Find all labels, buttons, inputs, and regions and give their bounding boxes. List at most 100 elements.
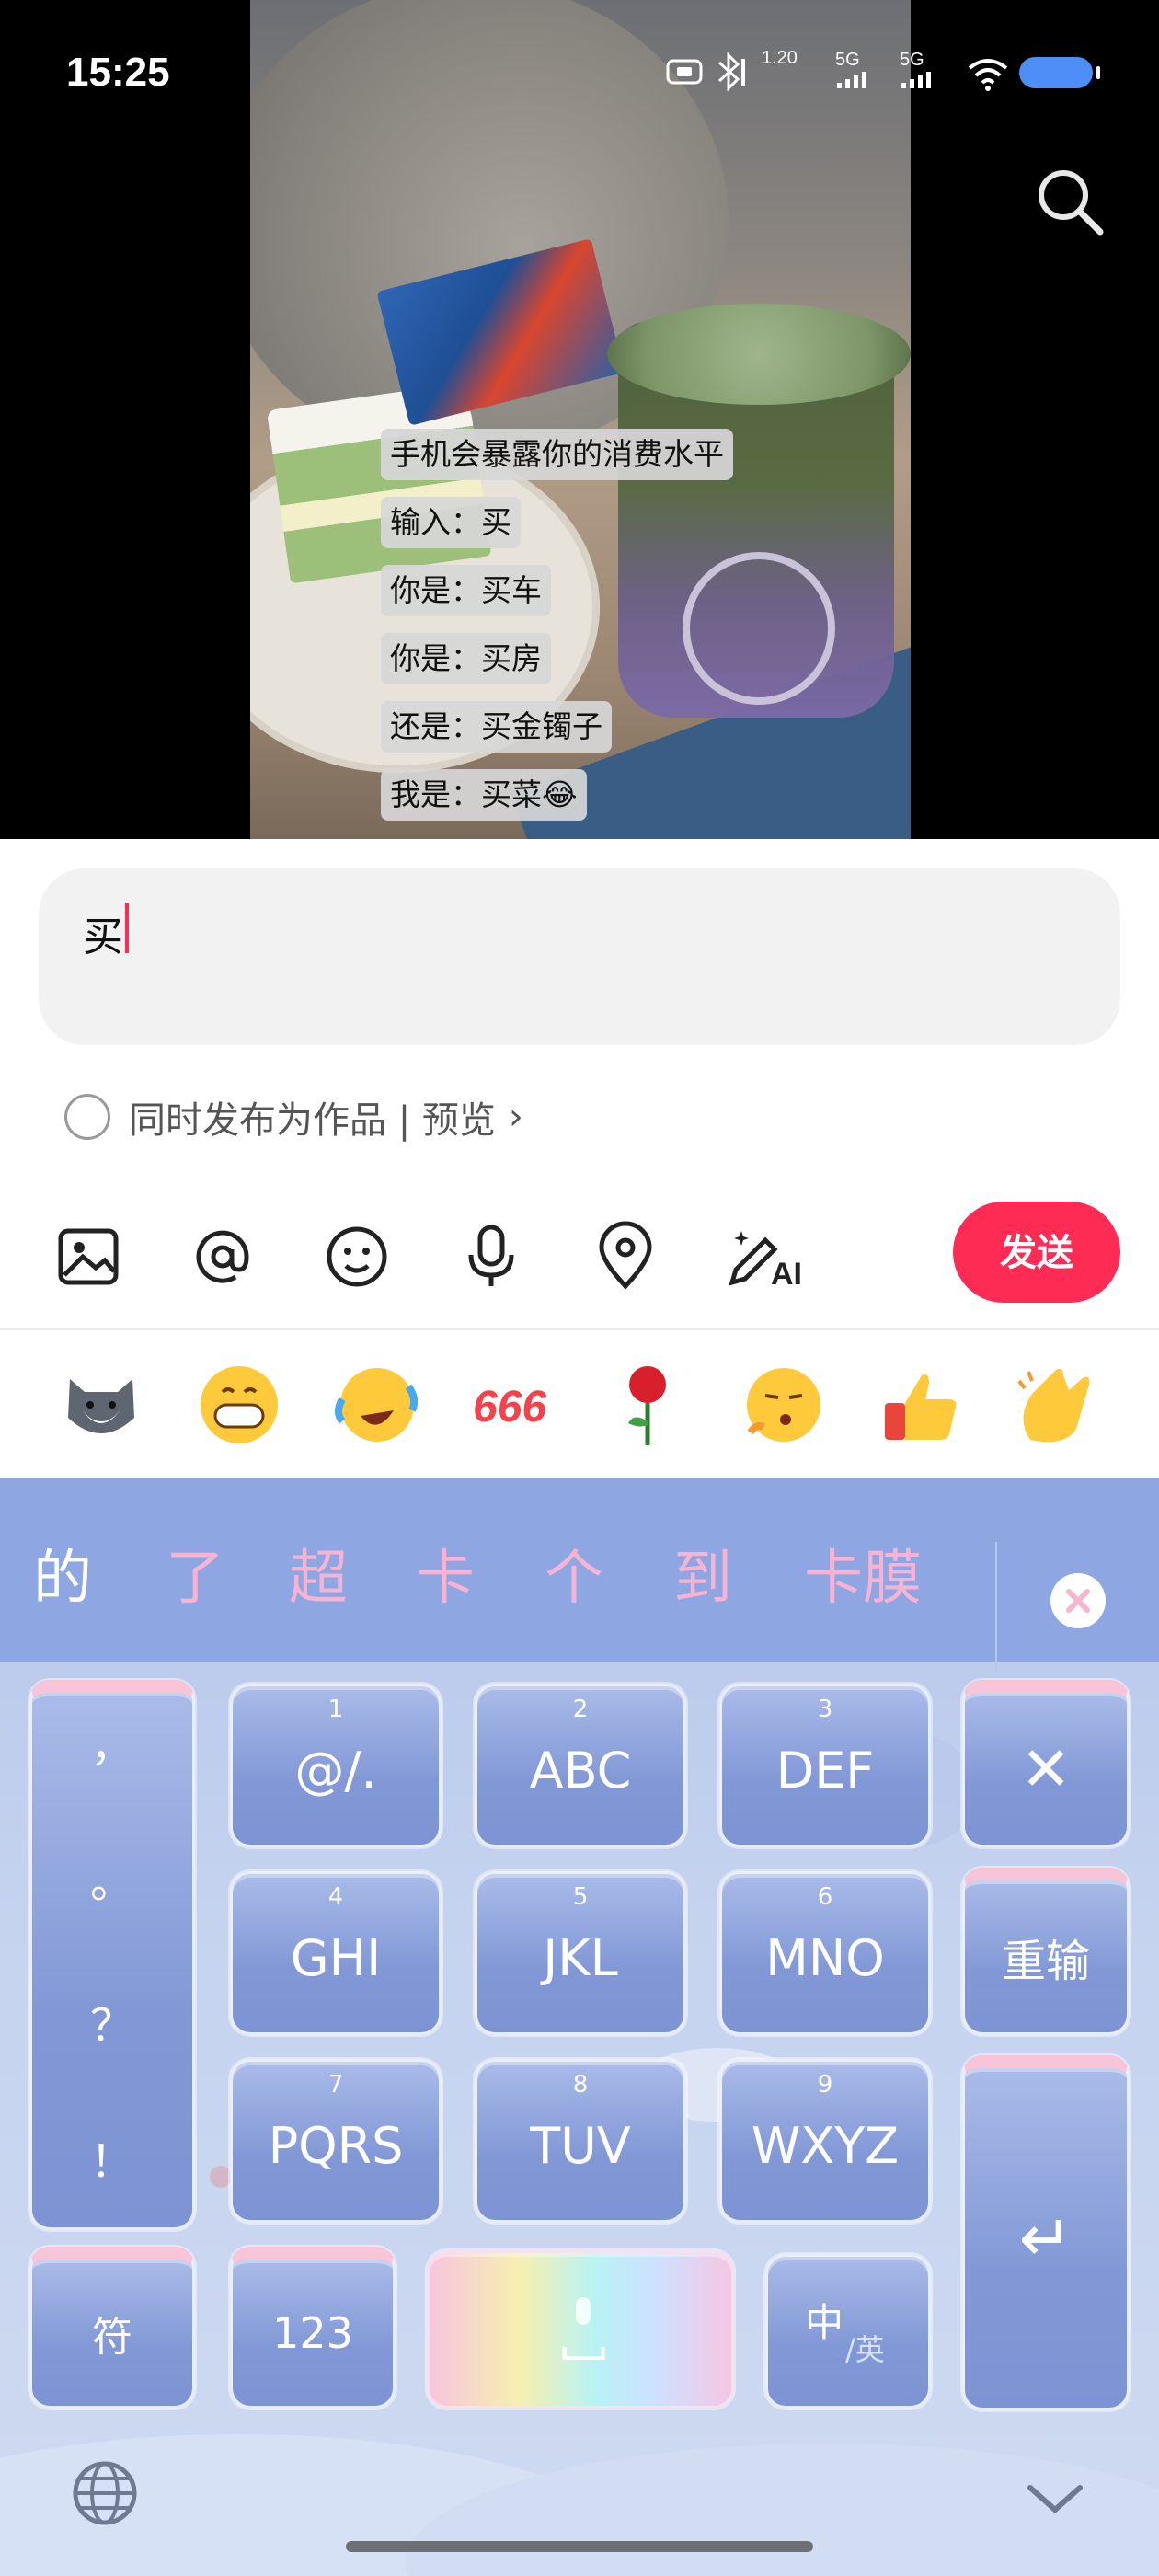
space-mic-icon [562, 2297, 605, 2360]
delete-icon: ✕ [1020, 1733, 1072, 1804]
666-emoji[interactable]: 666 [458, 1354, 568, 1455]
video-caption: 你是：买房 [381, 633, 551, 684]
key-label: JKL [543, 1929, 618, 1987]
thumbs-up-emoji[interactable] [865, 1354, 975, 1455]
key-8[interactable]: 8 TUV [475, 2059, 686, 2223]
image-icon[interactable] [53, 1220, 127, 1294]
key-label: ABC [529, 1742, 632, 1800]
rose-emoji[interactable] [592, 1354, 703, 1455]
status-icons: 1.20 5G 5G [662, 48, 1100, 94]
key-label: TUV [530, 2117, 631, 2175]
punct-question: ？ [89, 2000, 134, 2052]
candidate-word[interactable]: 超 [289, 1533, 348, 1625]
grin-emoji[interactable] [184, 1354, 294, 1455]
666-icon: 666 [473, 1383, 546, 1432]
globe-icon[interactable] [70, 2458, 140, 2528]
video-scene-logo [683, 552, 835, 705]
key-4[interactable]: 4 GHI [230, 1871, 442, 2035]
thumbs-up-icon [885, 1374, 957, 1440]
lang-sub-label: /英 [845, 2332, 885, 2367]
candidate-word[interactable]: 个 [545, 1533, 603, 1625]
key-5[interactable]: 5 JKL [475, 1871, 686, 2035]
publish-label[interactable]: 同时发布为作品 | 预览 [129, 1090, 496, 1144]
location-icon[interactable] [589, 1220, 662, 1294]
symbol-key[interactable]: 符 [29, 2247, 195, 2409]
key-number: 6 [817, 1883, 833, 1911]
husky-emoji[interactable] [46, 1354, 156, 1455]
key-label: GHI [290, 1929, 382, 1987]
comment-input-text[interactable]: 买 [83, 903, 123, 962]
candidate-word[interactable]: 卡膜 [804, 1533, 922, 1625]
svg-text:666: 666 [473, 1383, 546, 1432]
language-switch-key[interactable]: 中 /英 [765, 2254, 931, 2409]
delete-key[interactable]: ✕ [962, 1680, 1130, 1847]
publish-radio[interactable] [64, 1094, 110, 1140]
text-caret [125, 903, 129, 953]
comment-input[interactable] [39, 868, 1120, 1045]
candidate-word[interactable]: 了 [166, 1533, 224, 1625]
enter-icon: ↵ [1018, 2200, 1073, 2276]
divider [0, 1328, 1159, 1330]
nfc-icon [666, 59, 703, 85]
video-caption: 手机会暴露你的消费水平 [381, 429, 733, 480]
candidate-bar: 的 了 超 卡 个 到 卡膜 [0, 1478, 1159, 1671]
network-label: 5G [835, 50, 860, 70]
numeric-key[interactable]: 123 [230, 2247, 396, 2409]
candidate-separator [995, 1542, 997, 1671]
candidate-word[interactable]: 的 [33, 1533, 92, 1625]
microphone-icon[interactable] [454, 1220, 528, 1294]
candidate-word[interactable]: 卡 [416, 1533, 475, 1625]
retype-label: 重输 [1001, 1935, 1090, 1987]
candidate-close-icon[interactable] [1050, 1573, 1106, 1628]
send-button[interactable]: 发送 [953, 1202, 1120, 1303]
key-6[interactable]: 6 MNO [719, 1871, 931, 2035]
punct-exclaim: ！ [89, 2136, 134, 2188]
video-player[interactable]: 手机会暴露你的消费水平 输入：买 你是：买车 你是：买房 还是：买金镯子 我是：… [0, 0, 1159, 839]
clap-icon [1017, 1368, 1090, 1443]
key-number: 7 [327, 2071, 344, 2099]
publish-as-work-option[interactable]: 同时发布为作品 | 预览 › [64, 1091, 523, 1143]
network-speed: 1.20 [762, 48, 798, 68]
key-number: 5 [572, 1883, 589, 1911]
emoji-icon[interactable] [320, 1220, 394, 1294]
battery-icon [1019, 57, 1100, 88]
key-1[interactable]: 1 @/. [230, 1684, 442, 1847]
status-time: 15:25 [66, 50, 170, 95]
key-2[interactable]: 2 ABC [475, 1684, 686, 1847]
key-number: 3 [817, 1696, 833, 1723]
enter-key[interactable]: ↵ [962, 2055, 1130, 2410]
chevron-right-icon: › [508, 1096, 523, 1138]
candidate-word[interactable]: 到 [673, 1533, 732, 1625]
punctuation-key[interactable]: ， 。 ？ ！ [29, 1680, 195, 2230]
numeric-label: 123 [272, 2307, 353, 2358]
space-key[interactable] [427, 2250, 734, 2409]
svg-text:AI: AI [771, 1257, 802, 1292]
keyboard: 的 了 超 卡 个 到 卡膜 ， 。 ？ ！ 1 @/. 2 ABC 3 DEF… [0, 1478, 1159, 2576]
search-icon[interactable] [1032, 164, 1106, 237]
laugh-cry-emoji[interactable] [320, 1354, 430, 1455]
video-caption: 我是：买菜😂 [381, 769, 587, 821]
key-7[interactable]: 7 PQRS [230, 2059, 442, 2223]
retype-key[interactable]: 重输 [962, 1868, 1130, 2035]
chevron-down-icon[interactable] [1023, 2480, 1087, 2517]
key-number: 1 [327, 1696, 344, 1723]
whistle-icon [747, 1368, 820, 1442]
at-icon[interactable] [186, 1220, 259, 1294]
ai-pen-icon[interactable]: AI [723, 1220, 806, 1294]
key-number: 9 [817, 2071, 833, 2099]
rose-icon [628, 1366, 666, 1445]
video-caption: 输入：买 [381, 497, 521, 548]
key-9[interactable]: 9 WXYZ [719, 2059, 931, 2223]
home-indicator[interactable] [346, 2541, 813, 2552]
bluetooth-icon [717, 52, 745, 92]
husky-icon [68, 1379, 134, 1433]
signal-icon [901, 72, 931, 88]
key-number: 8 [572, 2071, 589, 2099]
key-label: MNO [765, 1929, 885, 1987]
whistle-emoji[interactable] [729, 1354, 839, 1455]
signal-icon [837, 72, 866, 88]
key-label: @/. [294, 1742, 377, 1800]
key-3[interactable]: 3 DEF [719, 1684, 931, 1847]
clap-emoji[interactable] [999, 1354, 1109, 1455]
key-label: WXYZ [751, 2117, 900, 2175]
